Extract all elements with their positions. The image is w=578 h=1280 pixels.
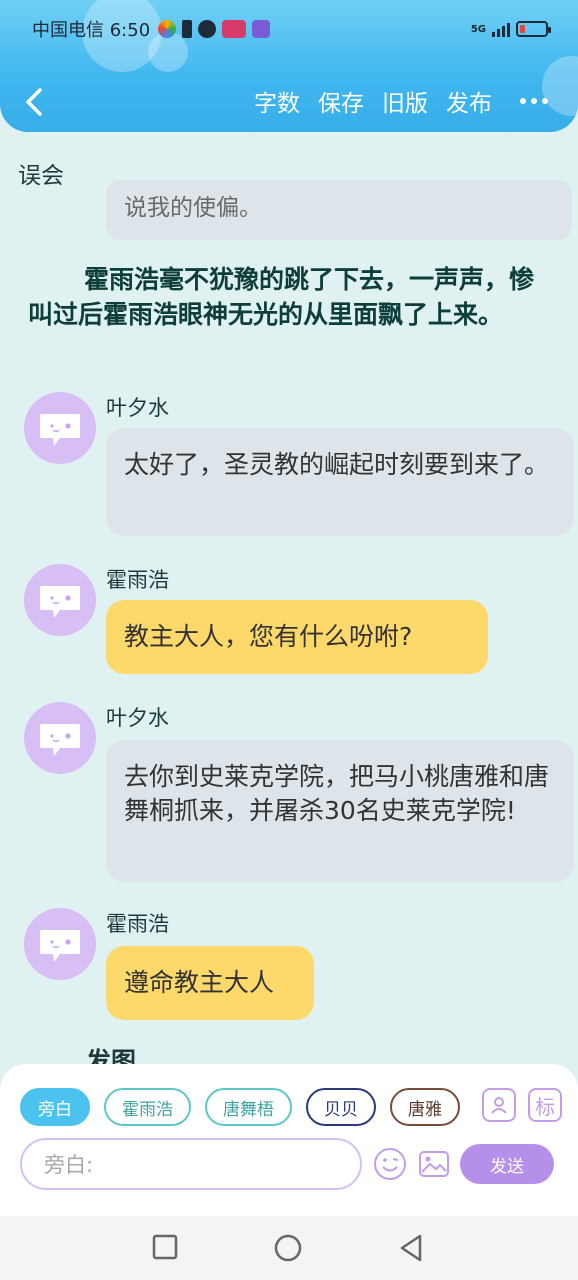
message-icon [198, 20, 217, 38]
status-notification-icons [158, 20, 271, 38]
partial-next-text: 发图 [86, 1047, 137, 1064]
emoji-icon[interactable] [372, 1146, 408, 1182]
toolbar-actions: 字数 保存 旧版 发布 [254, 84, 548, 118]
signal-icon [492, 21, 510, 37]
avatar[interactable] [24, 908, 96, 980]
send-button[interactable]: 发送 [460, 1144, 554, 1184]
person-card-icon[interactable] [482, 1088, 516, 1122]
chip-label: 贝贝 [324, 1099, 358, 1120]
role-chip-tang-ya[interactable]: 唐雅 [390, 1088, 460, 1126]
old-version-button[interactable]: 旧版 [382, 84, 428, 118]
sender-name: 叶夕水 [106, 396, 169, 420]
square-icon[interactable] [152, 1234, 178, 1264]
circle-icon[interactable] [274, 1234, 302, 1266]
avatar[interactable] [24, 564, 96, 636]
network-label: 5G [470, 23, 486, 35]
music-icon [252, 20, 271, 38]
mark-button[interactable]: 标 [528, 1088, 562, 1122]
top-bar: 中国电信 6:50 5G 字数 保存 旧版 发布 [0, 0, 578, 132]
message-bubble[interactable]: 遵命教主大人 [106, 946, 314, 1020]
role-chip-huo-yuhao[interactable]: 霍雨浩 [104, 1088, 191, 1126]
save-button[interactable]: 保存 [318, 84, 364, 118]
chevron-left-icon[interactable] [20, 86, 50, 118]
role-chip-list: 旁白 霍雨浩 唐舞梧 贝贝 唐雅 [20, 1088, 468, 1126]
sender-name: 叶夕水 [106, 706, 169, 730]
input-placeholder: 旁白: [44, 1153, 94, 1177]
chat-face-icon [40, 414, 80, 446]
role-chip-narration[interactable]: 旁白 [20, 1088, 90, 1126]
system-nav-bar [0, 1216, 578, 1280]
battery-icon [516, 21, 551, 37]
app-notification-icon [158, 20, 177, 38]
message-bubble[interactable]: 教主大人，您有什么吩咐? [106, 600, 488, 674]
message-bubble[interactable]: 太好了，圣灵教的崛起时刻要到来了。 [106, 428, 574, 536]
chat-face-icon [40, 930, 80, 962]
status-bar: 中国电信 6:50 5G [32, 16, 551, 42]
message-bubble[interactable]: 去你到史莱克学院，把马小桃唐雅和唐舞桐抓来，并屠杀30名史莱克学院! [106, 740, 574, 882]
chat-face-icon [40, 724, 80, 756]
clipped-message-bubble: 说我的使偏。 [106, 180, 572, 240]
chip-label: 唐雅 [408, 1099, 442, 1120]
page-title: 误会 [18, 163, 64, 189]
sender-name: 霍雨浩 [106, 912, 169, 936]
role-chip-tang-wuwu[interactable]: 唐舞梧 [205, 1088, 292, 1126]
status-right: 5G [470, 21, 551, 37]
sim-icon [182, 20, 193, 38]
triangle-back-icon[interactable] [398, 1234, 424, 1266]
image-icon[interactable] [416, 1146, 452, 1182]
chip-label: 唐舞梧 [223, 1099, 274, 1120]
composer-panel: 旁白 霍雨浩 唐舞梧 贝贝 唐雅 标 旁白: 发送 [0, 1064, 578, 1216]
app-badge-icon [222, 20, 247, 38]
sender-name: 霍雨浩 [106, 568, 169, 592]
carrier-time: 中国电信 6:50 [32, 20, 151, 41]
message-input[interactable]: 旁白: [20, 1138, 362, 1190]
publish-button[interactable]: 发布 [446, 84, 492, 118]
word-count-button[interactable]: 字数 [254, 84, 300, 118]
clipped-message-text: 说我的使偏。 [124, 195, 262, 221]
chat-face-icon [40, 586, 80, 618]
nav-row: 字数 保存 旧版 发布 [0, 80, 578, 124]
role-chip-beibei[interactable]: 贝贝 [306, 1088, 376, 1126]
avatar[interactable] [24, 392, 96, 464]
chip-label: 霍雨浩 [122, 1099, 173, 1120]
more-horizontal-icon[interactable] [520, 98, 548, 104]
avatar[interactable] [24, 702, 96, 774]
chip-label: 旁白 [38, 1099, 72, 1120]
narration-text: 霍雨浩毫不犹豫的跳了下去，一声声，惨叫过后霍雨浩眼神无光的从里面飘了上来。 [28, 265, 535, 329]
